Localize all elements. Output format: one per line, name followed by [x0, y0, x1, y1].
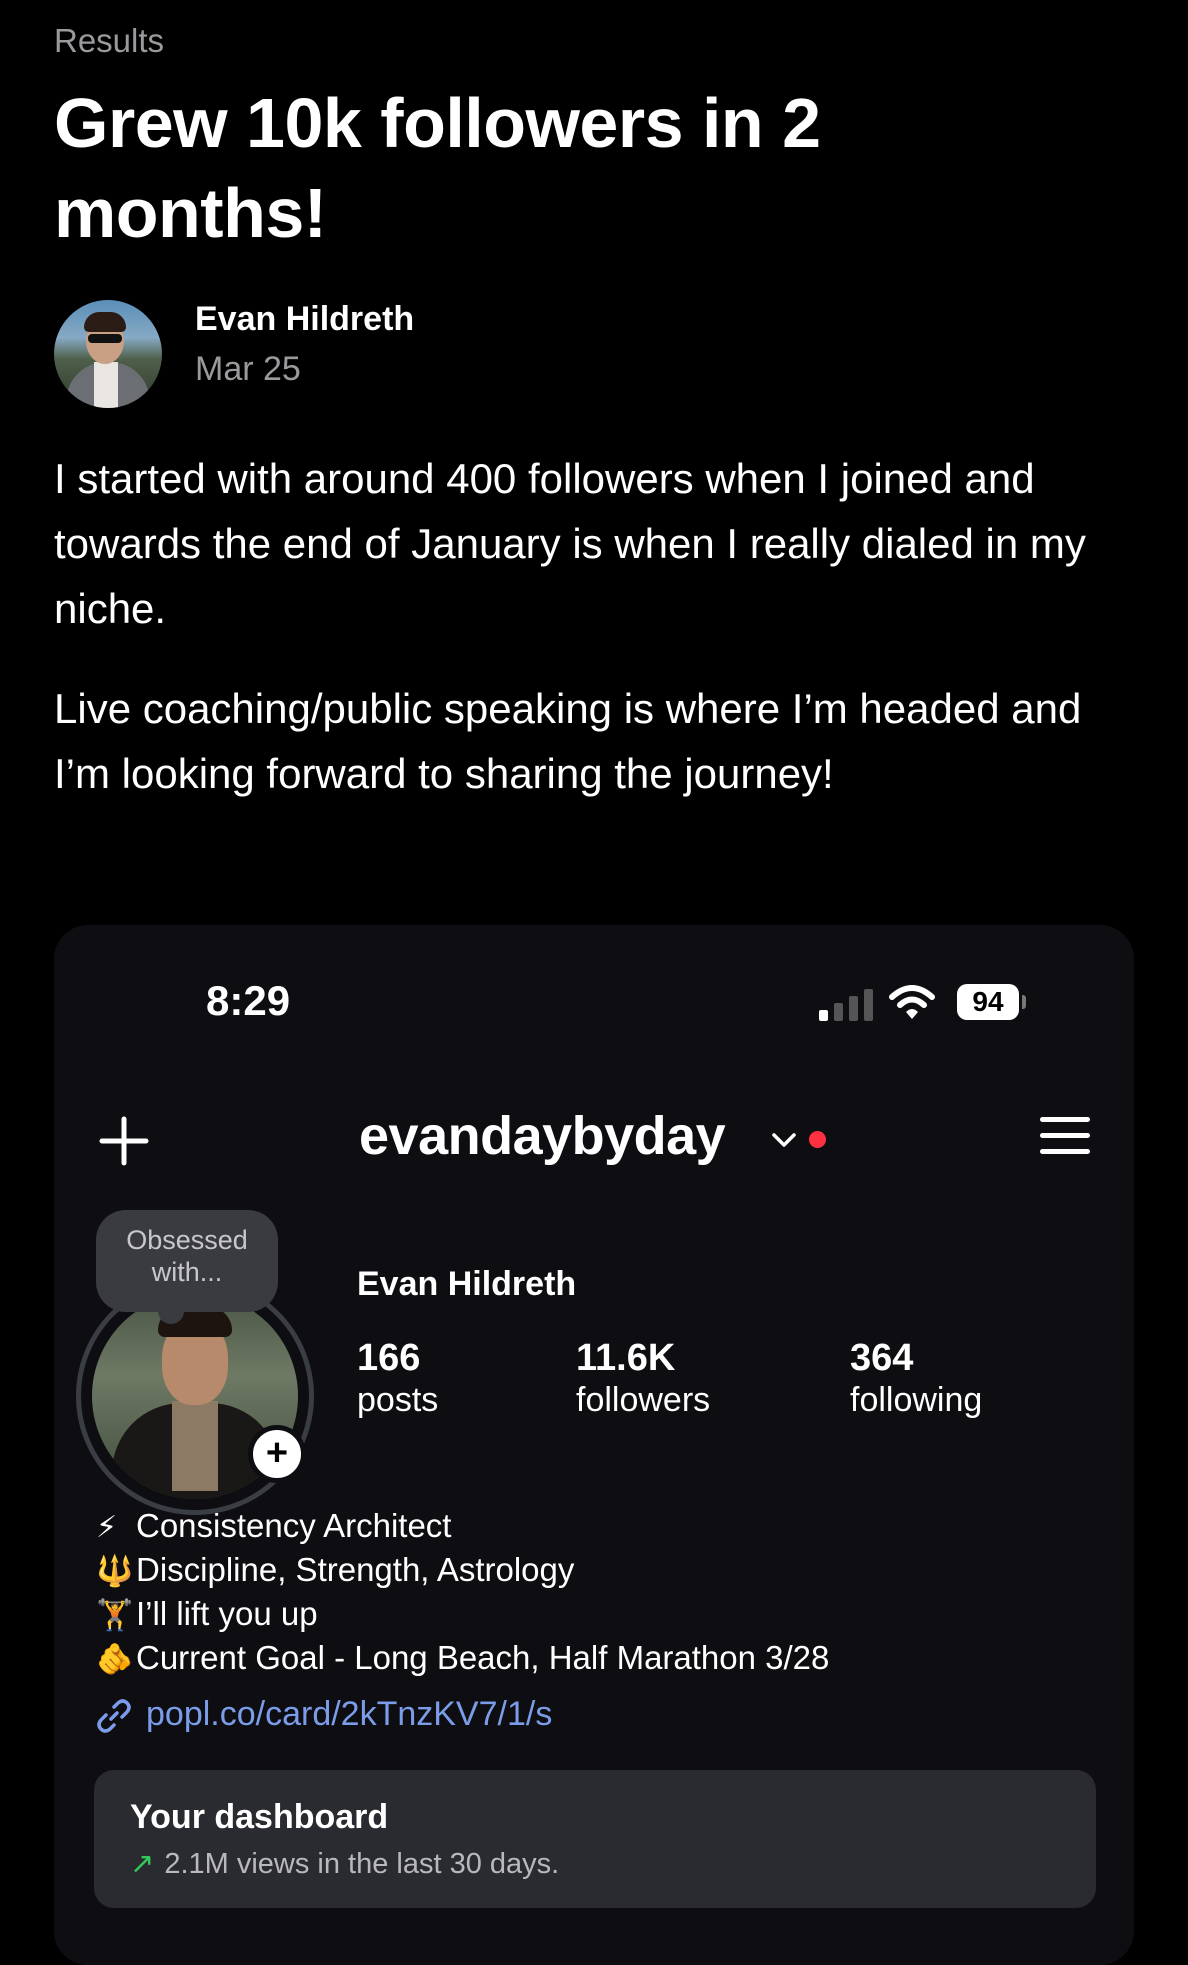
- posts-count[interactable]: 166: [357, 1337, 420, 1380]
- signal-icon: [819, 987, 877, 1021]
- note-bubble[interactable]: Obsessed with...: [96, 1210, 278, 1324]
- bio-line: 🫵Current Goal - Long Beach, Half Maratho…: [96, 1636, 829, 1682]
- battery-nub: [1022, 995, 1026, 1009]
- add-story-button[interactable]: +: [248, 1425, 306, 1483]
- bio-line: ⚡ Consistency Architect: [96, 1504, 451, 1550]
- chevron-down-icon[interactable]: [769, 1125, 799, 1155]
- posts-label[interactable]: posts: [357, 1381, 438, 1420]
- pointing-hand-icon: 🫵: [96, 1643, 134, 1676]
- post-category[interactable]: Results: [54, 22, 164, 60]
- post-date: Mar 25: [195, 350, 301, 388]
- weightlifter-icon: 🏋: [96, 1599, 134, 1632]
- author-avatar[interactable]: [54, 300, 162, 408]
- post-title: Grew 10k followers in 2 months!: [54, 84, 821, 252]
- bio-text: I’ll lift you up: [136, 1595, 318, 1632]
- bio-line: 🏋I’ll lift you up: [96, 1592, 318, 1638]
- trend-up-icon: ↗: [130, 1848, 155, 1880]
- lightning-icon: ⚡: [96, 1511, 118, 1544]
- notification-dot: [809, 1131, 826, 1148]
- followers-count[interactable]: 11.6K: [576, 1337, 675, 1380]
- link-icon: [97, 1699, 131, 1733]
- embedded-screenshot[interactable]: 8:29 94 evandaybyday Obsessed with... + …: [54, 925, 1134, 1965]
- following-count[interactable]: 364: [850, 1337, 913, 1380]
- followers-label[interactable]: followers: [576, 1381, 710, 1420]
- profile-username[interactable]: evandaybyday: [359, 1105, 726, 1167]
- profile-link-text[interactable]: popl.co/card/2kTnzKV7/1/s: [146, 1695, 552, 1733]
- wifi-icon: [889, 985, 935, 1019]
- profile-display-name: Evan Hildreth: [357, 1265, 577, 1303]
- trident-icon: 🔱: [96, 1555, 134, 1588]
- avatar-hair: [84, 312, 126, 332]
- post-paragraph-1: I started with around 400 followers when…: [54, 455, 1086, 632]
- battery-icon: 94: [957, 984, 1019, 1020]
- post-paragraph-2: Live coaching/public speaking is where I…: [54, 685, 1082, 797]
- photo-scarf: [172, 1401, 218, 1491]
- bio-text: Current Goal - Long Beach, Half Marathon…: [136, 1639, 830, 1676]
- following-label[interactable]: following: [850, 1381, 982, 1420]
- dashboard-title: Your dashboard: [130, 1798, 389, 1836]
- dashboard-subtitle: ↗ 2.1M views in the last 30 days.: [130, 1846, 559, 1881]
- bio-text: Consistency Architect: [136, 1507, 452, 1544]
- dashboard-views-text: 2.1M views in the last 30 days.: [164, 1848, 560, 1880]
- bio-line: 🔱Discipline, Strength, Astrology: [96, 1548, 574, 1594]
- plus-icon[interactable]: [96, 1113, 152, 1169]
- dashboard-card[interactable]: Your dashboard ↗ 2.1M views in the last 3…: [94, 1770, 1096, 1908]
- bio-text: Discipline, Strength, Astrology: [136, 1551, 575, 1588]
- author-name[interactable]: Evan Hildreth: [195, 300, 414, 339]
- avatar-shirt: [94, 362, 118, 408]
- status-bar-time: 8:29: [206, 977, 291, 1024]
- avatar-sunglasses: [88, 334, 122, 343]
- profile-link[interactable]: popl.co/card/2kTnzKV7/1/s: [94, 1695, 552, 1736]
- hamburger-menu-icon[interactable]: [1040, 1115, 1090, 1157]
